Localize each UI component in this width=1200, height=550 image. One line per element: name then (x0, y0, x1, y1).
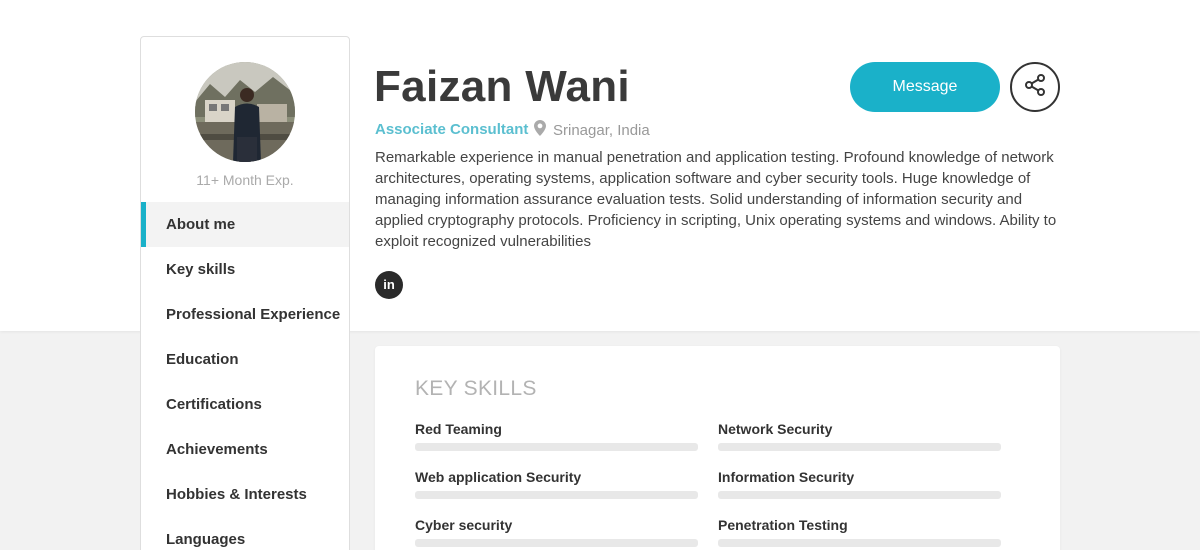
sidebar-item-about-me[interactable]: About me (141, 202, 349, 247)
skill-label: Network Security (718, 421, 833, 437)
skill-bar (415, 491, 698, 499)
share-button[interactable] (1010, 62, 1060, 112)
skill-label: Red Teaming (415, 421, 502, 437)
skill-bar (415, 443, 698, 451)
profile-name: Faizan Wani (374, 62, 630, 111)
skill-item: Cyber security (415, 517, 698, 547)
key-skills-title: KEY SKILLS (415, 377, 537, 400)
skill-label: Information Security (718, 469, 855, 485)
profile-bio: Remarkable experience in manual penetrat… (375, 149, 1057, 250)
profile-sidebar: 11+ Month Exp. About me Key skills Profe… (140, 36, 350, 550)
location-text: Srinagar, India (553, 121, 650, 139)
skill-item: Red Teaming (415, 421, 698, 451)
skill-item: Web application Security (415, 469, 698, 499)
location-pin-icon (534, 120, 546, 140)
message-button[interactable]: Message (850, 62, 1000, 112)
skill-bar (718, 491, 1001, 499)
avatar (195, 62, 295, 162)
profile-role: Associate Consultant (375, 121, 529, 138)
skill-item: Penetration Testing (718, 517, 1001, 547)
skill-item: Network Security (718, 421, 1001, 451)
share-icon (1023, 73, 1047, 102)
sidebar-item-education[interactable]: Education (141, 337, 349, 382)
skill-label: Penetration Testing (718, 517, 848, 533)
sidebar-item-languages[interactable]: Languages (141, 517, 349, 550)
sidebar-item-hobbies-interests[interactable]: Hobbies & Interests (141, 472, 349, 517)
skill-item: Information Security (718, 469, 1001, 499)
skill-bar (718, 539, 1001, 547)
sidebar-item-key-skills[interactable]: Key skills (141, 247, 349, 292)
experience-label: 11+ Month Exp. (196, 172, 294, 188)
key-skills-card: KEY SKILLS Red Teaming Network Security … (375, 346, 1060, 550)
sidebar-item-achievements[interactable]: Achievements (141, 427, 349, 472)
skill-bar (415, 539, 698, 547)
profile-location: Srinagar, India (534, 120, 650, 140)
skill-label: Cyber security (415, 517, 513, 533)
sidebar-item-certifications[interactable]: Certifications (141, 382, 349, 427)
linkedin-icon[interactable]: in (375, 271, 403, 299)
sidebar-item-professional-experience[interactable]: Professional Experience (141, 292, 349, 337)
sidebar-nav: About me Key skills Professional Experie… (141, 202, 349, 550)
skill-label: Web application Security (415, 469, 582, 485)
skill-bar (718, 443, 1001, 451)
